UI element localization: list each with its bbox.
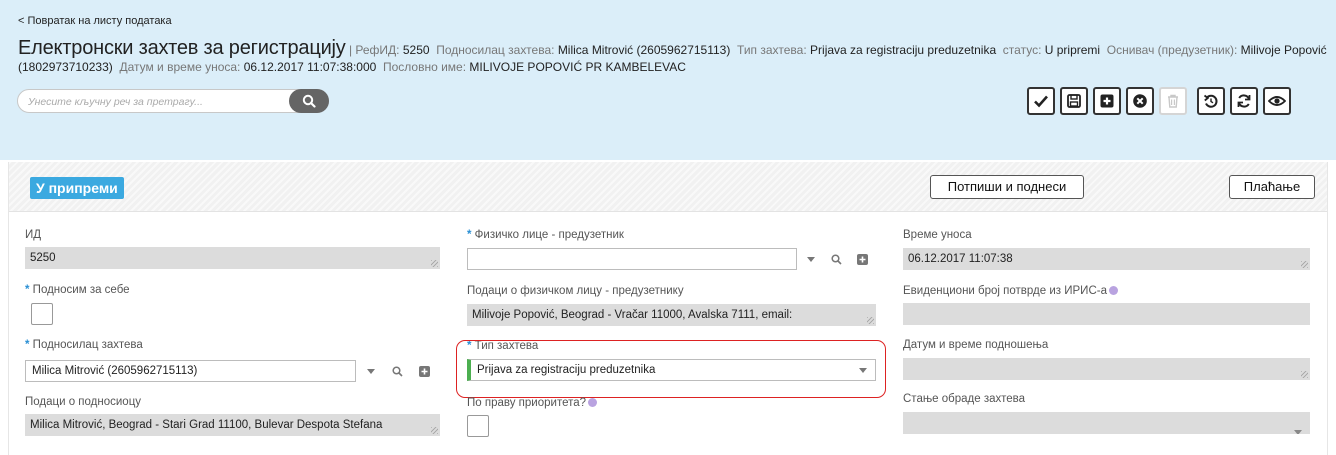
priority-checkbox[interactable]: [467, 415, 489, 437]
info-icon[interactable]: [1108, 286, 1118, 295]
delete-button[interactable]: [1159, 87, 1187, 115]
natural-person-select[interactable]: [467, 248, 797, 270]
business-name-label: Пословно име:: [382, 60, 467, 74]
submit-for-self-label: * Подносим за себе: [25, 284, 130, 296]
id-value: 5250: [30, 252, 56, 264]
natural-person-data-field: Milivoje Popović, Beograd - Vračar 11000…: [467, 304, 876, 326]
plus-icon: [418, 365, 430, 377]
chevron-down-icon: [807, 256, 815, 262]
founder-label: Оснивач (предузетник):: [1106, 43, 1238, 57]
entry-time-value: 06.12.2017 11:07:38: [908, 253, 1013, 265]
status-badge: У припреми: [30, 177, 124, 199]
resize-grip-icon: [431, 427, 438, 434]
submitter-data-value: Milica Mitrović, Beograd - Stari Grad 11…: [30, 419, 383, 431]
required-marker-icon: *: [25, 284, 33, 296]
chevron-down-icon: [1294, 421, 1302, 434]
chevron-down-icon: [367, 368, 375, 374]
eye-icon: [1268, 96, 1286, 106]
iris-number-label-text: Евиденциони број потврде из ИРИС-а: [903, 285, 1107, 297]
entry-time-field: 06.12.2017 11:07:38: [903, 248, 1310, 270]
refresh-button[interactable]: [1230, 87, 1258, 115]
natural-person-add-button[interactable]: [853, 249, 871, 269]
natural-person-dropdown-button[interactable]: [800, 249, 822, 269]
entry-time-value: 06.12.2017 11:07:38:000: [243, 60, 377, 74]
submit-for-self-label-text: Подносим за себе: [32, 284, 130, 296]
submission-time-label: Датум и време подношења: [903, 339, 1049, 351]
natural-person-search-button[interactable]: [827, 249, 845, 269]
back-link[interactable]: < Повратак на листу података: [18, 15, 172, 27]
status-value: U pripremi: [1044, 43, 1101, 57]
confirm-button[interactable]: [1027, 87, 1055, 115]
submitter-search-button[interactable]: [388, 361, 406, 381]
close-circle-icon: [1133, 94, 1147, 108]
search-input[interactable]: [28, 94, 288, 110]
cancel-button[interactable]: [1126, 87, 1154, 115]
undo-icon: [1203, 94, 1218, 108]
submitter-data-label: Подаци о подносиоцу: [25, 396, 142, 408]
check-icon: [1034, 95, 1048, 108]
submission-time-field: [903, 358, 1310, 380]
resize-grip-icon: [1301, 371, 1308, 378]
add-button[interactable]: [1093, 87, 1121, 115]
search-icon: [391, 365, 403, 377]
request-summary: Електронски захтев за регистрацију | Реф…: [18, 37, 1328, 76]
refresh-icon: [1237, 94, 1251, 108]
processing-state-select[interactable]: [903, 412, 1310, 434]
refid-value: 5250: [402, 43, 430, 57]
submitter-value: Milica Mitrović (2605962715113): [557, 43, 731, 57]
resize-grip-icon: [1301, 261, 1308, 268]
resize-grip-icon: [431, 260, 438, 267]
search-button[interactable]: [289, 89, 329, 113]
submitter-select[interactable]: Milica Mitrović (2605962715113): [25, 360, 356, 382]
id-field: 5250: [25, 247, 440, 269]
highlight-annotation: [456, 340, 886, 398]
submitter-label: Подносилац захтева:: [436, 43, 555, 57]
submit-for-self-checkbox[interactable]: [31, 303, 53, 325]
priority-label: По праву приоритета?: [467, 397, 598, 409]
request-type-value: Prijava za registraciju preduzetnika: [810, 43, 997, 57]
resize-grip-icon: [867, 317, 874, 324]
processing-state-label: Стање обраде захтева: [903, 393, 1026, 405]
priority-label-text: По праву приоритета?: [467, 397, 587, 409]
refid-label: | РефИД:: [348, 43, 400, 57]
submitter-add-button[interactable]: [415, 361, 433, 381]
entry-time-label: Датум и време уноса:: [119, 60, 241, 74]
undo-button[interactable]: [1197, 87, 1225, 115]
required-marker-icon: *: [467, 229, 475, 241]
search-icon: [830, 253, 842, 265]
save-button[interactable]: [1060, 87, 1088, 115]
iris-number-field: [903, 303, 1310, 325]
natural-person-label: * Физичко лице - предузетник: [467, 229, 624, 241]
submitter-field-label: * Подносилац захтева: [25, 339, 143, 351]
status-label: статус:: [1002, 43, 1042, 57]
natural-person-data-label: Подаци о физичком лицу - предузетнику: [467, 285, 684, 297]
entry-time-label: Време уноса: [903, 229, 972, 241]
business-name-value: MILIVOJE POPOVIĆ PR KAMBELEVAC: [469, 60, 686, 74]
natural-person-data-value: Milivoje Popović, Beograd - Vračar 11000…: [472, 309, 793, 321]
plus-icon: [856, 253, 868, 265]
save-icon: [1067, 94, 1081, 108]
preview-button[interactable]: [1263, 87, 1291, 115]
sign-and-submit-button[interactable]: Потпиши и поднеси: [930, 175, 1084, 199]
natural-person-label-text: Физичко лице - предузетник: [474, 229, 624, 241]
iris-number-label: Евиденциони број потврде из ИРИС-а: [903, 285, 1118, 297]
plus-icon: [1100, 94, 1114, 108]
page-header: < Повратак на листу података Електронски…: [0, 0, 1336, 160]
submitter-select-value: Milica Mitrović (2605962715113): [32, 365, 198, 377]
trash-icon: [1168, 94, 1178, 108]
page-title: Електронски захтев за регистрацију: [18, 37, 346, 59]
submitter-field-label-text: Подносилац захтева: [32, 339, 143, 351]
submitter-data-field: Milica Mitrović, Beograd - Stari Grad 11…: [25, 414, 440, 436]
panel-header: У припреми Потпиши и поднеси Плаћање: [9, 162, 1327, 212]
id-label: ИД: [25, 229, 42, 241]
submitter-dropdown-button[interactable]: [360, 361, 382, 381]
search-box: [17, 89, 329, 113]
payment-button[interactable]: Плаћање: [1229, 175, 1315, 199]
info-icon[interactable]: [588, 398, 598, 407]
request-type-label: Тип захтева:: [737, 43, 807, 57]
search-icon: [302, 94, 316, 108]
required-marker-icon: *: [25, 339, 33, 351]
